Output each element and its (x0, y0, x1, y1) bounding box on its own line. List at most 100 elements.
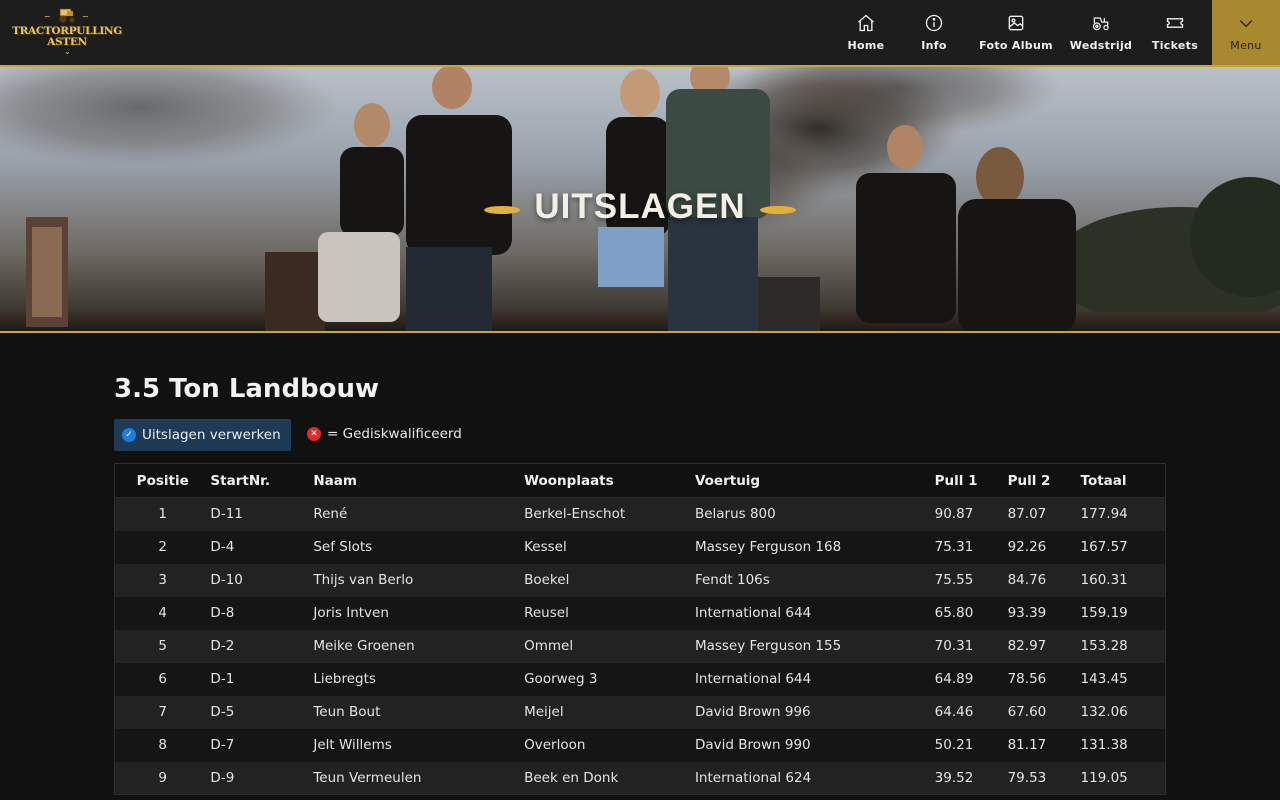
menu-button[interactable]: Menu (1212, 0, 1280, 65)
cell-name: Sef Slots (313, 530, 525, 564)
check-circle-icon: ✓ (122, 428, 136, 442)
nav-tickets[interactable]: Tickets (1138, 0, 1212, 65)
cell-pull-1: 90.87 (934, 497, 1008, 531)
table-row: 8 D-7 Jelt Willems Overloon David Brown 990 5… (114, 728, 1166, 762)
cell-pull-2: 78.56 (1007, 662, 1081, 696)
col-header: Voertuig (694, 463, 935, 498)
cell-residence: Ommel (524, 629, 695, 663)
cell-position: 8 (114, 728, 211, 762)
table-row: 2 D-4 Sef Slots Kessel Massey Ferguson 168 75… (114, 530, 1166, 564)
class-heading: 3.5 Ton Landbouw (114, 374, 380, 404)
cell-name: Liebregts (313, 662, 525, 696)
menu-label: Menu (1230, 39, 1262, 52)
col-header: StartNr. (210, 463, 314, 498)
cell-start-number: D-7 (210, 728, 314, 762)
table-row: 6 D-1 Liebregts Goorweg 3 International 644 6… (114, 662, 1166, 696)
hero-banner: UITSLAGEN (0, 67, 1280, 333)
col-header: Woonplaats (524, 463, 695, 498)
cell-start-number: D-11 (210, 497, 314, 531)
cell-position: 3 (114, 563, 211, 597)
cell-total: 131.38 (1080, 728, 1166, 762)
close-circle-icon: ✕ (307, 427, 321, 441)
cell-residence: Kessel (524, 530, 695, 564)
process-results-button[interactable]: ✓ Uitslagen verwerken (114, 419, 291, 451)
cell-pull-1: 39.52 (934, 761, 1008, 795)
cell-start-number: D-10 (210, 563, 314, 597)
cell-vehicle: International 644 (694, 596, 935, 630)
cell-vehicle: Fendt 106s (694, 563, 935, 597)
cell-residence: Meijel (524, 695, 695, 729)
cell-residence: Overloon (524, 728, 695, 762)
main-nav: Home Info Foto Album Wedstrijd Tickets M… (832, 0, 1280, 65)
table-row: 9 D-9 Teun Vermeulen Beek en Donk Internatio… (114, 761, 1166, 795)
cell-residence: Reusel (524, 596, 695, 630)
nav-wedstrijd-label: Wedstrijd (1069, 39, 1133, 52)
ticket-icon (1166, 18, 1184, 28)
cell-start-number: D-2 (210, 629, 314, 663)
cell-residence: Beek en Donk (524, 761, 695, 795)
cell-start-number: D-4 (210, 530, 314, 564)
image-icon (1008, 15, 1024, 31)
cell-position: 5 (114, 629, 211, 663)
cell-vehicle: International 624 (694, 761, 935, 795)
nav-info[interactable]: Info (900, 0, 968, 65)
disqualified-legend: ✕ = Gediskwalificeerd (307, 426, 462, 442)
results-body: 1 D-11 René Berkel-Enschot Belarus 800 90.87 8… (114, 497, 1166, 795)
cell-vehicle: David Brown 990 (694, 728, 935, 762)
home-icon (858, 14, 874, 32)
legend-text: = Gediskwalificeerd (327, 426, 462, 442)
cell-pull-2: 82.97 (1007, 629, 1081, 663)
process-results-label: Uitslagen verwerken (142, 427, 281, 443)
cell-pull-2: 92.26 (1007, 530, 1081, 564)
site-header: ∽ ∽ TRACTORPULLING ASTEN ⌄ Home Info Fot… (0, 0, 1280, 67)
cell-name: Meike Groenen (313, 629, 525, 663)
cell-total: 159.19 (1080, 596, 1166, 630)
cell-position: 7 (114, 695, 211, 729)
cell-position: 1 (114, 497, 211, 531)
cell-pull-1: 65.80 (934, 596, 1008, 630)
cell-total: 153.28 (1080, 629, 1166, 663)
cell-vehicle: David Brown 996 (694, 695, 935, 729)
cell-residence: Boekel (524, 563, 695, 597)
tractor-icon (1092, 17, 1109, 31)
cell-vehicle: Massey Ferguson 168 (694, 530, 935, 564)
cell-position: 9 (114, 761, 211, 795)
logo-tractor-icon (59, 8, 75, 23)
cell-name: Teun Bout (313, 695, 525, 729)
col-header: Pull 2 (1007, 463, 1081, 498)
cell-pull-1: 50.21 (934, 728, 1008, 762)
cell-vehicle: Belarus 800 (694, 497, 935, 531)
col-header: Pull 1 (934, 463, 1008, 498)
cell-pull-1: 64.46 (934, 695, 1008, 729)
nav-wedstrijd[interactable]: Wedstrijd (1064, 0, 1138, 65)
cell-position: 2 (114, 530, 211, 564)
cell-name: René (313, 497, 525, 531)
cell-total: 143.45 (1080, 662, 1166, 696)
table-row: 3 D-10 Thijs van Berlo Boekel Fendt 106s 75.5… (114, 563, 1166, 597)
cell-vehicle: Massey Ferguson 155 (694, 629, 935, 663)
cell-total: 132.06 (1080, 695, 1166, 729)
logo-swirl-right-icon: ∽ (82, 12, 89, 21)
table-row: 4 D-8 Joris Intven Reusel International 644 6… (114, 596, 1166, 630)
cell-name: Joris Intven (313, 596, 525, 630)
cell-pull-1: 75.55 (934, 563, 1008, 597)
nav-home[interactable]: Home (832, 0, 900, 65)
info-icon (925, 14, 943, 32)
col-header: Positie (114, 463, 211, 498)
table-row: 5 D-2 Meike Groenen Ommel Massey Ferguson 15… (114, 629, 1166, 663)
cell-name: Jelt Willems (313, 728, 525, 762)
nav-foto-album[interactable]: Foto Album (968, 0, 1064, 65)
cell-total: 167.57 (1080, 530, 1166, 564)
nav-tickets-label: Tickets (1151, 39, 1199, 52)
cell-pull-2: 67.60 (1007, 695, 1081, 729)
cell-pull-2: 81.17 (1007, 728, 1081, 762)
results-table: Positie StartNr. Naam Woonplaats Voertui… (114, 463, 1166, 795)
cell-start-number: D-5 (210, 695, 314, 729)
site-logo[interactable]: ∽ ∽ TRACTORPULLING ASTEN ⌄ (10, 6, 124, 58)
table-header-row: Positie StartNr. Naam Woonplaats Voertui… (114, 463, 1166, 498)
table-row: 1 D-11 René Berkel-Enschot Belarus 800 90.87 8… (114, 497, 1166, 531)
logo-swirl-left-icon: ∽ (44, 12, 51, 21)
cell-pull-2: 87.07 (1007, 497, 1081, 531)
cell-pull-2: 79.53 (1007, 761, 1081, 795)
cell-residence: Goorweg 3 (524, 662, 695, 696)
